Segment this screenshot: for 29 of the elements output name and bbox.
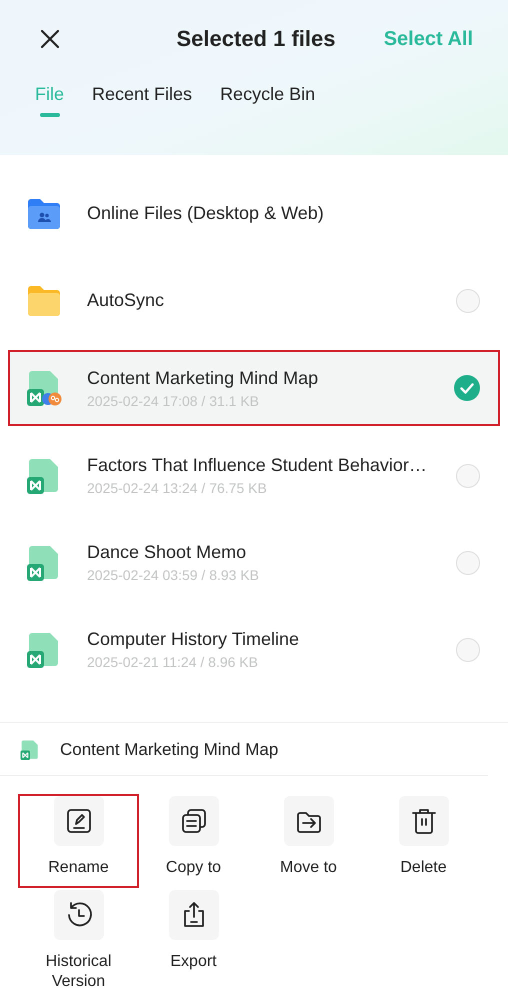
file-meta: 2025-02-21 11:24 / 8.96 KB (87, 654, 259, 670)
file-row[interactable]: AutoSync (8, 257, 500, 344)
page-title: Selected 1 files (176, 26, 336, 52)
file-name: Dance Shoot Memo (87, 542, 248, 563)
file-row[interactable]: Factors That Influence Student Behavior… 2025-02-24 13:24 / 76.75 KB (8, 432, 500, 519)
file-name: Factors That Influence Student Behavior… (87, 455, 428, 476)
sheet-title: Content Marketing Mind Map (60, 740, 278, 760)
tab[interactable]: Recycle Bin (220, 84, 316, 117)
folder-icon (26, 284, 62, 316)
file-row[interactable]: Computer History Timeline 2025-02-21 11:24 / 8.96 KB (8, 606, 500, 693)
mindmap-file-icon (20, 739, 40, 761)
action-button[interactable]: Rename (18, 794, 139, 888)
file-meta: 2025-02-24 13:24 / 76.75 KB (87, 480, 268, 496)
unchecked-circle[interactable] (456, 550, 480, 574)
unchecked-circle[interactable] (456, 638, 480, 662)
file-meta: 2025-02-24 03:59 / 8.93 KB (87, 567, 260, 583)
file-name: Content Marketing Mind Map (87, 368, 320, 388)
file-row[interactable]: Online Files (Desktop & Web) (8, 170, 500, 257)
file-name: Computer History Timeline (87, 629, 300, 650)
tab[interactable]: Recent Files (92, 84, 192, 117)
close-icon[interactable] (39, 28, 61, 50)
file-name: Online Files (Desktop & Web) (87, 203, 325, 224)
unchecked-circle[interactable] (456, 288, 480, 312)
file-row[interactable]: Dance Shoot Memo 2025-02-24 03:59 / 8.93 KB (8, 519, 500, 606)
people-folder-icon (26, 198, 62, 230)
checked-circle-icon[interactable] (454, 375, 480, 401)
unchecked-circle[interactable] (456, 464, 480, 488)
file-name: AutoSync (87, 290, 166, 311)
shared-mindmap-file-icon (26, 369, 62, 407)
